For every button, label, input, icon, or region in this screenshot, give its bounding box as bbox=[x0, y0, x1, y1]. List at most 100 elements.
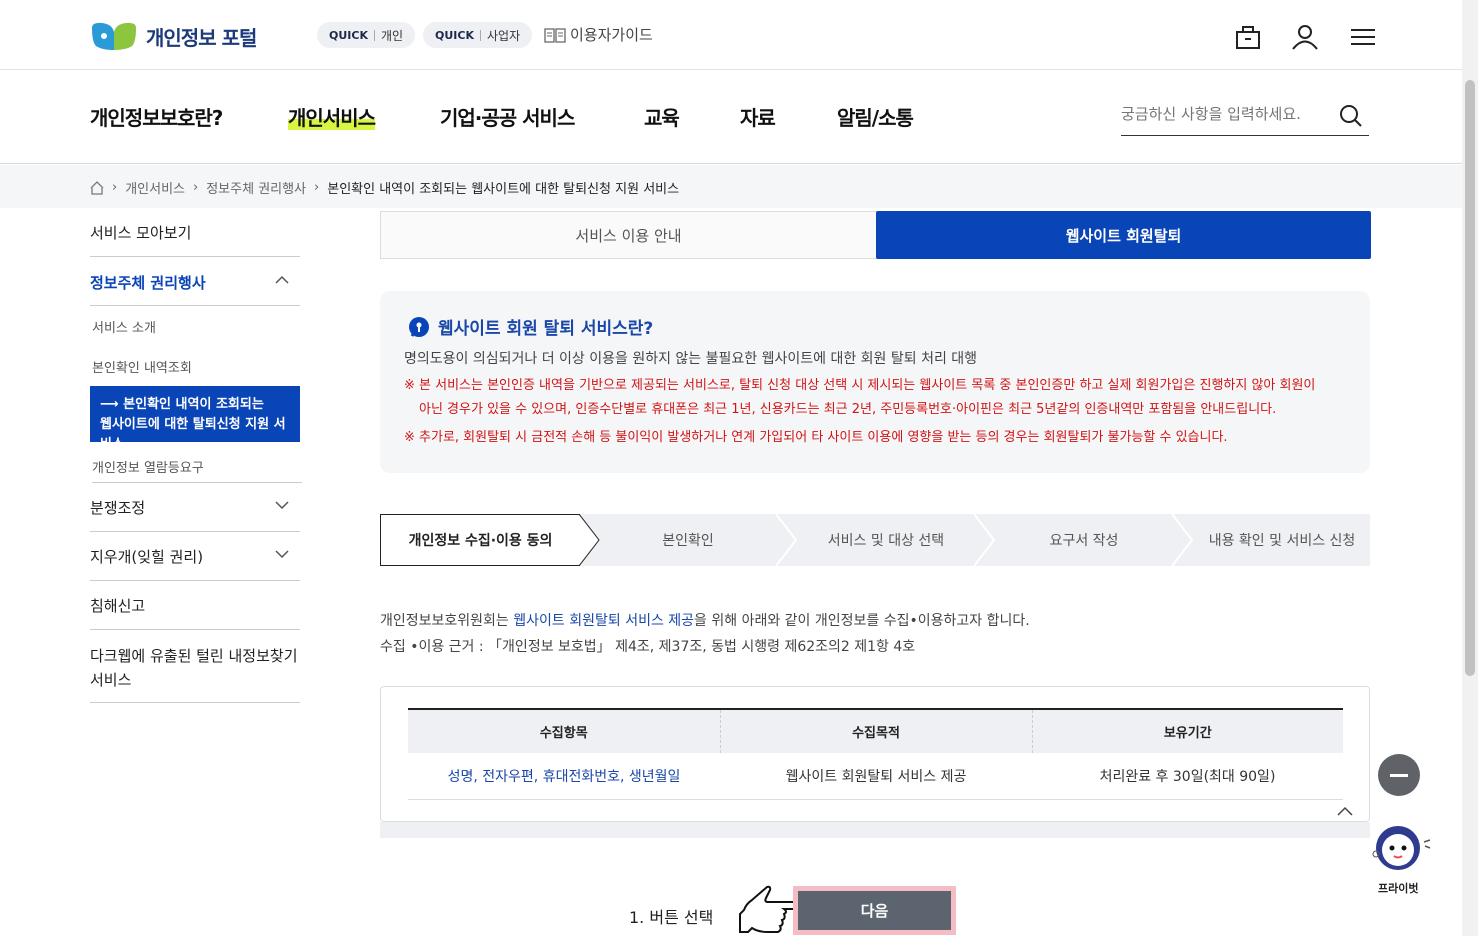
quick-tag: QUICK bbox=[329, 28, 368, 42]
nav-label: 기업·공공 서비스 bbox=[440, 106, 575, 130]
sidebar-label: 서비스 모아보기 bbox=[90, 224, 192, 242]
table-cell: 웹사이트 회원탈퇴 서비스 제공 bbox=[720, 753, 1032, 800]
quick-label: 사업자 bbox=[486, 28, 521, 43]
collection-table: 수집항목 수집목적 보유기간 성명, 전자우편, 휴대전화번호, 생년월일 웹사… bbox=[408, 708, 1343, 800]
table-row: 성명, 전자우편, 휴대전화번호, 생년월일 웹사이트 회원탈퇴 서비스 제공 … bbox=[408, 753, 1343, 800]
tab-website-withdraw[interactable]: 웹사이트 회원탈퇴 bbox=[876, 211, 1371, 259]
sidebar-active-line: 본인확인 내역이 조회되는 bbox=[123, 397, 264, 412]
home-icon[interactable] bbox=[90, 180, 104, 195]
chevron-right-icon: › bbox=[112, 180, 118, 195]
step-arrow bbox=[1172, 514, 1194, 566]
tab-service-guide[interactable]: 서비스 이용 안내 bbox=[380, 211, 877, 259]
sidebar-sub-history[interactable]: 본인확인 내역조회 bbox=[92, 357, 192, 376]
body-highlight: 웹사이트 회원탈퇴 서비스 제공 bbox=[513, 613, 695, 629]
sidebar-label: 분쟁조정 bbox=[90, 499, 146, 517]
mascot-label: 프라이벗 bbox=[1378, 882, 1419, 895]
step-label: 서비스 및 대상 선택 bbox=[827, 533, 945, 549]
mascot-icon[interactable] bbox=[1372, 820, 1432, 880]
sidebar-item-report[interactable]: 침해신고 bbox=[90, 595, 300, 630]
breadcrumb-item[interactable]: 개인서비스 bbox=[125, 178, 185, 197]
table-footer-bar bbox=[380, 822, 1370, 838]
table-header: 수집항목 bbox=[408, 708, 720, 753]
search-icon[interactable] bbox=[1339, 104, 1363, 128]
search-box bbox=[1121, 98, 1369, 136]
sidebar-active-line: 웹사이트에 대한 탈퇴신청 지원 서비스 bbox=[100, 417, 286, 452]
chevron-up-icon bbox=[275, 275, 289, 284]
nav-item-notice[interactable]: 알림/소통 bbox=[837, 102, 914, 131]
note-line: 아닌 경우가 있을 수 있으며, 인증수단별로 휴대폰은 최근 1년, 신용카드… bbox=[419, 402, 1277, 417]
collapse-float-button[interactable] bbox=[1378, 754, 1420, 796]
step-select: 서비스 및 대상 선택 bbox=[798, 514, 974, 566]
nav-label: 개인정보보호란? bbox=[90, 106, 223, 130]
arrow-right-icon: ⟶ bbox=[100, 397, 124, 412]
chevron-down-icon bbox=[275, 550, 289, 559]
user-guide-label: 이용자가이드 bbox=[570, 26, 653, 44]
progress-steps: 개인정보 수집·이용 동의 본인확인 서비스 및 대상 선택 요구서 작성 내용… bbox=[380, 514, 1370, 566]
nav-item-business[interactable]: 기업·공공 서비스 bbox=[440, 102, 575, 131]
collapse-icon[interactable] bbox=[1336, 805, 1354, 817]
nav-label: 교육 bbox=[644, 106, 680, 130]
step-confirm: 내용 확인 및 서비스 신청 bbox=[1194, 514, 1370, 566]
sidebar-item-darkweb[interactable]: 다크웹에 유출된 털린 내정보찾기 서비스 bbox=[90, 644, 300, 703]
logo-icon bbox=[92, 22, 136, 50]
step-label: 요구서 작성 bbox=[1049, 533, 1119, 549]
nav-label: 알림/소통 bbox=[837, 106, 914, 130]
info-note-1: ※ 본 서비스는 본인인증 내역을 기반으로 제공되는 서비스로, 탈퇴 신청 … bbox=[404, 374, 1354, 422]
minus-icon bbox=[1390, 773, 1408, 777]
step-label: 본인확인 bbox=[662, 533, 714, 549]
logo-text: 개인정보 포털 bbox=[146, 25, 257, 50]
nav-item-education[interactable]: 교육 bbox=[644, 102, 680, 131]
step-arrow bbox=[776, 514, 798, 566]
briefcase-icon[interactable] bbox=[1233, 22, 1263, 52]
top-bar: 개인정보 포털 QUICK 개인 QUICK 사업자 이용자가이드 bbox=[0, 0, 1462, 70]
sidebar-item-dispute[interactable]: 분쟁조정 bbox=[90, 497, 300, 532]
chevron-right-icon: › bbox=[314, 180, 320, 195]
instruction-annotation: 1. 버튼 선택 bbox=[629, 908, 714, 927]
user-guide-link[interactable]: 이용자가이드 bbox=[544, 24, 653, 45]
nav-item-resources[interactable]: 자료 bbox=[740, 102, 776, 131]
tab-label: 웹사이트 회원탈퇴 bbox=[1065, 226, 1182, 245]
chevron-right-icon: › bbox=[193, 180, 199, 195]
breadcrumb-item[interactable]: 정보주체 권리행사 bbox=[206, 178, 306, 197]
user-icon[interactable] bbox=[1290, 22, 1320, 52]
next-button[interactable]: 다음 bbox=[798, 891, 951, 930]
quick-tag: QUICK bbox=[435, 28, 474, 42]
next-button-highlight: 다음 bbox=[793, 886, 956, 935]
table-header: 수집목적 bbox=[719, 708, 1032, 753]
book-icon bbox=[544, 27, 566, 43]
sidebar-item-overview[interactable]: 서비스 모아보기 bbox=[90, 222, 300, 257]
sidebar-sub-active[interactable]: ⟶ 본인확인 내역이 조회되는 웹사이트에 대한 탈퇴신청 지원 서비스 bbox=[90, 386, 300, 452]
sidebar-item-rights[interactable]: 정보주체 권리행사 bbox=[90, 272, 300, 306]
nav-item-privacy[interactable]: 개인정보보호란? bbox=[90, 102, 223, 131]
sidebar-label: 서비스 bbox=[90, 671, 132, 689]
speech-bubble-icon bbox=[409, 316, 429, 337]
quick-business-button[interactable]: QUICK 사업자 bbox=[423, 22, 533, 48]
info-description: 명의도용이 의심되거나 더 이상 이용을 원하지 않는 불필요한 웹사이트에 대… bbox=[404, 351, 978, 367]
sidebar-label: 침해신고 bbox=[90, 597, 146, 615]
nav-label: 개인서비스 bbox=[288, 106, 376, 130]
nav-label: 자료 bbox=[740, 106, 776, 130]
scrollbar-thumb[interactable] bbox=[1465, 80, 1475, 676]
sidebar-sub-access[interactable]: 개인정보 열람등요구 bbox=[92, 457, 302, 483]
breadcrumb-current: 본인확인 내역이 조회되는 웹사이트에 대한 탈퇴신청 지원 서비스 bbox=[327, 182, 680, 197]
table-cell: 성명, 전자우편, 휴대전화번호, 생년월일 bbox=[408, 753, 720, 800]
step-arrow bbox=[974, 514, 996, 566]
sidebar-label: 정보주체 권리행사 bbox=[90, 274, 206, 292]
sidebar-item-erasure[interactable]: 지우개(잊힐 권리) bbox=[90, 546, 300, 581]
table-header-row: 수집항목 수집목적 보유기간 bbox=[408, 708, 1343, 753]
collection-table-box: 수집항목 수집목적 보유기간 성명, 전자우편, 휴대전화번호, 생년월일 웹사… bbox=[380, 686, 1370, 822]
sidebar-sub-intro[interactable]: 서비스 소개 bbox=[92, 317, 156, 336]
step-label: 내용 확인 및 서비스 신청 bbox=[1208, 533, 1356, 549]
info-note-2: ※ 추가로, 회원탈퇴 시 금전적 손해 등 불이익이 발생하거나 연계 가입되… bbox=[404, 430, 1228, 445]
nav-item-personal[interactable]: 개인서비스 bbox=[288, 102, 376, 131]
info-title-text: 웹사이트 회원 탈퇴 서비스란? bbox=[438, 319, 654, 339]
tab-label: 서비스 이용 안내 bbox=[575, 226, 682, 245]
step-request: 요구서 작성 bbox=[996, 514, 1172, 566]
chevron-down-icon bbox=[275, 501, 289, 510]
breadcrumb: › 개인서비스 › 정보주체 권리행사 › 본인확인 내역이 조회되는 웹사이트… bbox=[0, 165, 1462, 208]
portal-logo[interactable]: 개인정보 포털 bbox=[90, 19, 265, 53]
quick-personal-button[interactable]: QUICK 개인 bbox=[317, 22, 416, 48]
menu-icon[interactable] bbox=[1348, 22, 1378, 52]
search-input[interactable] bbox=[1121, 98, 1331, 130]
info-title: 웹사이트 회원 탈퇴 서비스란? bbox=[408, 314, 653, 339]
